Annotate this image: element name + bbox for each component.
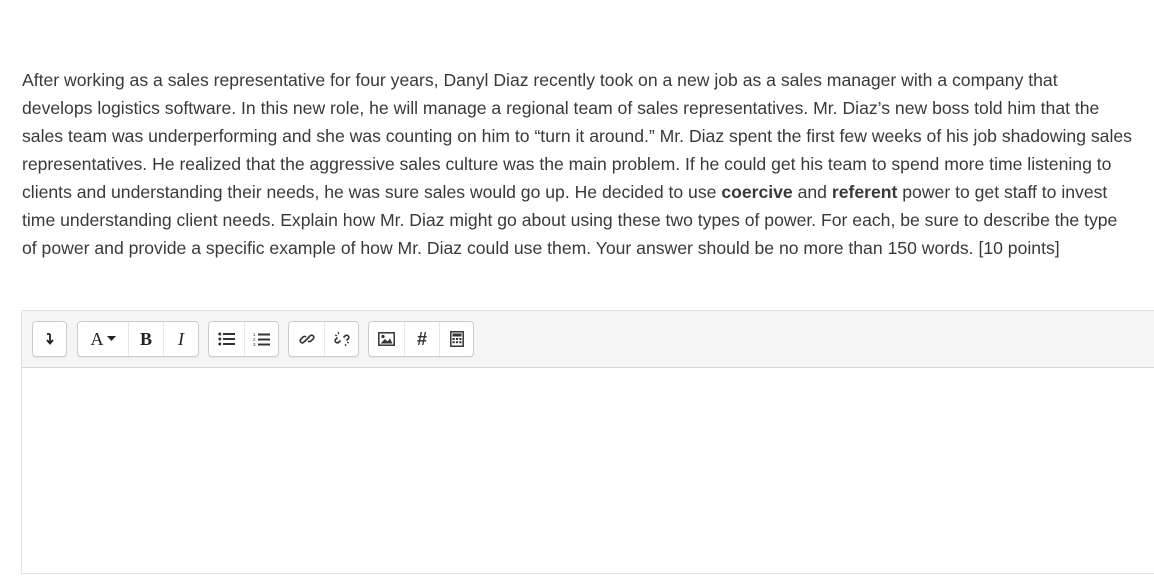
- question-text: After working as a sales representative …: [22, 66, 1132, 262]
- arrow-down-icon: [45, 333, 54, 345]
- unordered-list-button[interactable]: [209, 322, 244, 356]
- question-text-part-2: and: [792, 182, 832, 202]
- bold-label: B: [139, 328, 152, 349]
- image-icon: [378, 332, 395, 346]
- hashtag-label: #: [416, 328, 427, 349]
- font-style-label: A: [90, 328, 104, 349]
- calculator-icon: [449, 331, 464, 347]
- toolbar-group-lists: 1 2 3: [208, 321, 279, 357]
- italic-label: I: [178, 328, 184, 349]
- insert-image-button[interactable]: [369, 322, 404, 356]
- bold-button[interactable]: B: [128, 322, 163, 356]
- link-button[interactable]: [289, 322, 324, 356]
- italic-button[interactable]: I: [163, 322, 198, 356]
- toolbar-group-collapse: [32, 321, 67, 357]
- numbered-list-icon: 1 2 3: [253, 332, 270, 347]
- equation-editor-button[interactable]: [439, 322, 473, 356]
- toolbar-group-insert: #: [368, 321, 474, 357]
- question-bold-referent: referent: [831, 182, 898, 202]
- caret-down-icon: [106, 336, 116, 341]
- svg-text:3: 3: [253, 342, 256, 347]
- toolbar-group-links: [288, 321, 359, 357]
- font-style-button[interactable]: A: [78, 322, 128, 356]
- toolbar-group-style: A B I: [77, 321, 199, 357]
- bullet-list-icon: [218, 332, 235, 346]
- hashtag-button[interactable]: #: [404, 322, 439, 356]
- unlink-icon: [333, 331, 350, 347]
- show-more-buttons-button[interactable]: [33, 322, 66, 356]
- link-icon: [298, 334, 315, 344]
- question-bold-coercive: coercive: [721, 182, 793, 202]
- answer-editor: A B I 1 2 3 #: [21, 310, 1154, 574]
- answer-text-area[interactable]: [22, 368, 1154, 574]
- ordered-list-button[interactable]: 1 2 3: [244, 322, 278, 356]
- unlink-button[interactable]: [324, 322, 358, 356]
- editor-toolbar: A B I 1 2 3 #: [22, 311, 1154, 368]
